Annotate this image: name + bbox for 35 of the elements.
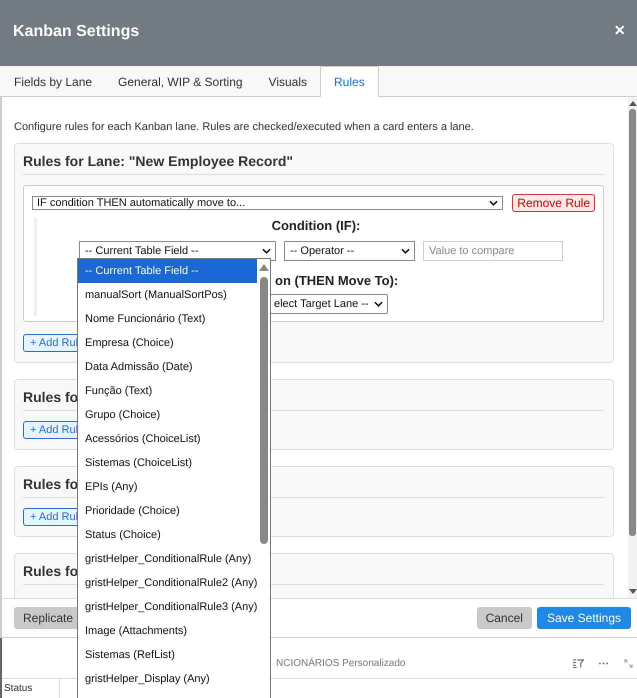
view-title: NCIONÁRIOS Personalizado: [276, 658, 406, 668]
value-input[interactable]: Value to compare: [423, 241, 563, 261]
action-heading: on (THEN Move To):: [275, 273, 398, 288]
scroll-up-icon[interactable]: [628, 100, 636, 106]
tab[interactable]: Rules: [320, 66, 379, 97]
dropdown-option[interactable]: -- Current Table Field --: [78, 259, 259, 283]
chevron-icon: [374, 301, 383, 307]
dropdown-option[interactable]: Status (Choice): [78, 523, 259, 547]
operator-select[interactable]: -- Operator --: [284, 241, 415, 261]
expand-icon[interactable]: [623, 658, 634, 668]
tab[interactable]: Visuals: [256, 66, 320, 96]
tab[interactable]: Fields by Lane: [1, 66, 106, 96]
remove-rule-button[interactable]: Remove Rule: [512, 194, 595, 212]
window-title: Kanban Settings: [13, 22, 140, 40]
cancel-button[interactable]: Cancel: [476, 607, 532, 629]
dropdown-option[interactable]: Sistemas (ChoiceList): [78, 451, 259, 475]
condition-heading: Condition (IF):: [272, 218, 360, 233]
close-button[interactable]: ×: [614, 20, 625, 40]
dropdown-option[interactable]: EPIs (Any): [78, 475, 259, 499]
dropdown-option[interactable]: Data Admissão (Date): [78, 355, 259, 379]
column-header[interactable]: Status: [2, 679, 60, 698]
sort-filter-icon[interactable]: [573, 658, 584, 668]
chevron-icon: [401, 248, 410, 254]
tab[interactable]: General, WIP & Sorting: [105, 66, 256, 96]
chevron-icon: [262, 248, 271, 254]
scrollbar[interactable]: [628, 97, 637, 598]
scroll-down-icon[interactable]: [628, 589, 636, 595]
chevron-icon: [489, 200, 498, 206]
save-settings-button[interactable]: Save Settings: [536, 607, 631, 629]
rule-type-select[interactable]: IF condition THEN automatically move to...: [32, 196, 504, 210]
dropdown-option[interactable]: gristHelper_Display (Any): [78, 667, 259, 691]
dropdown-option[interactable]: Sistemas (RefList): [78, 643, 259, 667]
lane-heading: Rules for Lane: "New Employee Record": [23, 153, 604, 175]
description-text: Configure rules for each Kanban lane. Rules are checked/executed when a card enters a lane.: [14, 121, 475, 133]
scroll-up-icon[interactable]: [258, 263, 268, 271]
